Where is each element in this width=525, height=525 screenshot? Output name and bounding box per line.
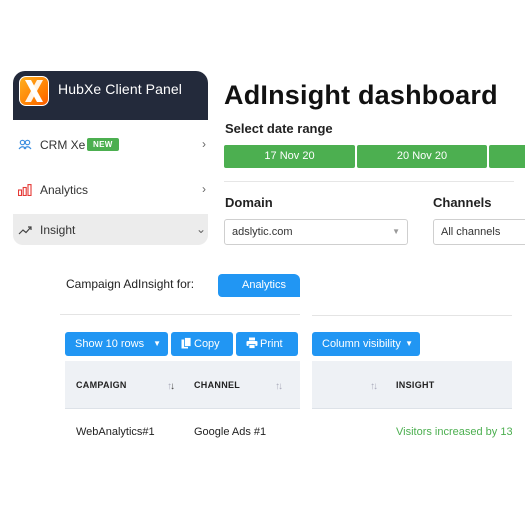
date-apply-button[interactable] — [489, 145, 525, 168]
sidebar-item-analytics[interactable]: Analytics › — [13, 174, 208, 206]
date-end-button[interactable]: 20 Nov 20 — [357, 145, 487, 168]
date-range-label: Select date range — [225, 121, 333, 136]
column-header-insight[interactable]: INSIGHT — [396, 380, 435, 390]
sidebar-item-crm-xe[interactable]: CRM Xe NEW › — [13, 129, 208, 161]
brand-title: HubXe Client Panel — [58, 81, 182, 97]
date-start-button[interactable]: 17 Nov 20 — [224, 145, 355, 168]
column-header-campaign[interactable]: CAMPAIGN — [76, 380, 127, 390]
sidebar-item-insight[interactable]: Insight ⌄ — [13, 214, 208, 245]
page-title: AdInsight dashboard — [224, 80, 498, 110]
trending-up-icon — [18, 224, 32, 236]
table-cell-insight: Visitors increased by 134 — [396, 426, 512, 438]
table-cell-channel: Google Ads #1 — [194, 426, 267, 438]
sort-icon[interactable]: ↑↓ — [167, 381, 175, 392]
chevron-right-icon: › — [202, 137, 206, 151]
new-badge: NEW — [87, 138, 119, 151]
campaign-analytics-tab[interactable]: Analytics — [218, 274, 300, 297]
column-header-channel[interactable]: CHANNEL — [194, 380, 240, 390]
sidebar-item-label: CRM Xe — [40, 138, 86, 152]
table-header-left: CAMPAIGN ↑↓ CHANNEL ↑↓ — [65, 361, 300, 409]
sidebar-item-label: Insight — [40, 223, 76, 237]
sort-icon[interactable]: ↑↓ — [275, 381, 283, 392]
column-visibility-button[interactable]: Column visibility ▼ — [312, 332, 420, 356]
divider — [312, 315, 512, 316]
table-cell-campaign: WebAnalytics#1 — [76, 426, 155, 438]
sidebar-item-label: Analytics — [40, 183, 89, 197]
caret-down-icon: ▼ — [153, 339, 161, 348]
divider — [60, 314, 300, 315]
channels-label: Channels — [433, 195, 492, 210]
copy-label: Copy — [194, 338, 220, 350]
sidebar-header: HubXe Client Panel — [13, 71, 208, 120]
copy-button[interactable]: Copy — [171, 332, 233, 356]
print-label: Print — [260, 338, 283, 350]
copy-icon — [181, 337, 192, 349]
divider — [224, 181, 514, 182]
bar-chart-icon — [17, 184, 32, 197]
print-button[interactable]: Print — [236, 332, 298, 356]
caret-down-icon: ▼ — [392, 227, 400, 236]
show-rows-button[interactable]: Show 10 rows ▼ — [65, 332, 168, 356]
domain-select[interactable]: adslytic.com ▼ — [224, 219, 408, 245]
domain-label: Domain — [225, 195, 273, 210]
campaign-label: Campaign AdInsight for: — [66, 277, 195, 291]
chevron-right-icon: › — [202, 182, 206, 196]
sidebar: HubXe Client Panel CRM Xe NEW › Analytic… — [13, 71, 208, 246]
channels-select-value: All channels — [441, 226, 501, 238]
users-icon — [18, 139, 32, 151]
column-visibility-label: Column visibility — [322, 338, 401, 350]
caret-down-icon: ▼ — [405, 339, 413, 348]
channels-select[interactable]: All channels — [433, 219, 525, 245]
table-header-right: ↑↓ INSIGHT — [312, 361, 512, 409]
show-rows-label: Show 10 rows — [75, 338, 145, 350]
domain-select-value: adslytic.com — [232, 226, 293, 238]
table-row: Visitors increased by 134 — [312, 420, 512, 444]
chevron-down-icon: ⌄ — [195, 222, 206, 236]
brand-logo-icon — [19, 76, 49, 106]
sort-icon[interactable]: ↑↓ — [370, 381, 378, 392]
print-icon — [246, 337, 258, 349]
